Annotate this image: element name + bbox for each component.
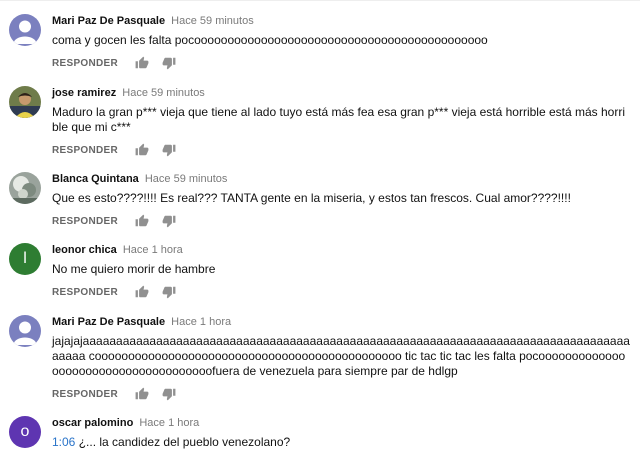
avatar[interactable] bbox=[9, 86, 41, 118]
comment-time[interactable]: Hace 59 minutos bbox=[171, 15, 254, 27]
comment-author[interactable]: leonor chica bbox=[52, 244, 117, 256]
user-photo-icon bbox=[9, 86, 41, 118]
comment-time[interactable]: Hace 1 hora bbox=[171, 316, 231, 328]
comment-author[interactable]: jose ramirez bbox=[52, 87, 116, 99]
thumb-up-icon[interactable] bbox=[135, 214, 149, 228]
comment-author[interactable]: oscar palomino bbox=[52, 417, 133, 429]
reply-button[interactable]: RESPONDER bbox=[52, 145, 118, 156]
comment-text: jajajajaaaaaaaaaaaaaaaaaaaaaaaaaaaaaaaaa… bbox=[52, 334, 630, 378]
reply-button[interactable]: RESPONDER bbox=[52, 287, 118, 298]
comment-text: No me quiero morir de hambre bbox=[52, 262, 216, 276]
comment-author[interactable]: Mari Paz De Pasquale bbox=[52, 316, 165, 328]
comment-time[interactable]: Hace 1 hora bbox=[123, 244, 183, 256]
thumb-down-icon[interactable] bbox=[162, 143, 176, 157]
thumb-up-icon[interactable] bbox=[135, 56, 149, 70]
avatar[interactable] bbox=[9, 172, 41, 204]
avatar-letter: l bbox=[23, 250, 27, 267]
comment-text-body: ¿... la candidez del pueblo venezolano? bbox=[75, 435, 291, 449]
comment-time[interactable]: Hace 59 minutos bbox=[145, 173, 228, 185]
thumb-up-icon[interactable] bbox=[135, 285, 149, 299]
reply-button[interactable]: RESPONDER bbox=[52, 216, 118, 227]
avatar[interactable]: o bbox=[9, 416, 41, 448]
thumb-down-icon[interactable] bbox=[162, 56, 176, 70]
user-photo-icon bbox=[9, 172, 41, 204]
comment-text: coma y gocen les falta pocoooooooooooooo… bbox=[52, 33, 488, 47]
video-timestamp-link[interactable]: 1:06 bbox=[52, 435, 75, 449]
thumb-up-icon[interactable] bbox=[135, 143, 149, 157]
comment-time[interactable]: Hace 1 hora bbox=[139, 417, 199, 429]
reply-button[interactable]: RESPONDER bbox=[52, 389, 118, 400]
default-avatar-icon bbox=[13, 20, 37, 44]
comment-text: Que es esto????!!!! Es real??? TANTA gen… bbox=[52, 191, 571, 205]
thumb-down-icon[interactable] bbox=[162, 285, 176, 299]
thumb-down-icon[interactable] bbox=[162, 214, 176, 228]
comment-text: Maduro la gran p*** vieja que tiene al l… bbox=[52, 105, 625, 134]
avatar[interactable] bbox=[9, 315, 41, 347]
comment-time[interactable]: Hace 59 minutos bbox=[122, 87, 205, 99]
comment-author[interactable]: Blanca Quintana bbox=[52, 173, 139, 185]
avatar-letter: o bbox=[20, 423, 30, 440]
thumb-down-icon[interactable] bbox=[162, 387, 176, 401]
default-avatar-icon bbox=[13, 321, 37, 345]
avatar[interactable]: l bbox=[9, 243, 41, 275]
thumb-up-icon[interactable] bbox=[135, 387, 149, 401]
comment-text: 1:06 ¿... la candidez del pueblo venezol… bbox=[52, 435, 630, 450]
comment-author[interactable]: Mari Paz De Pasquale bbox=[52, 15, 165, 27]
reply-button[interactable]: RESPONDER bbox=[52, 58, 118, 69]
top-divider bbox=[0, 0, 640, 1]
avatar[interactable] bbox=[9, 14, 41, 46]
